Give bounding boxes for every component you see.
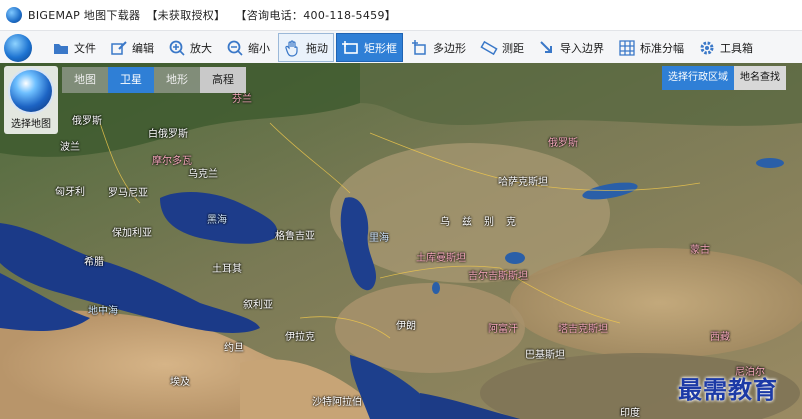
map-type-satellite[interactable]: 卫星: [108, 67, 154, 93]
toolbox-button[interactable]: 工具箱: [692, 33, 759, 62]
polygon-icon: [412, 39, 426, 55]
map-label: 土耳其: [212, 264, 242, 275]
map-label: 俄罗斯: [548, 138, 578, 149]
edit-button[interactable]: 编辑: [104, 33, 160, 62]
map-label: 地中海: [88, 306, 118, 317]
title-bar: BIGEMAP 地图下载器 【未获取授权】 【咨询电话：400-118-5459…: [0, 0, 802, 30]
main-toolbar: 文件 编辑 放大 缩小 拖动 矩形框 多边形 测距 导入边界 标准分幅 工具箱: [0, 30, 802, 65]
gear-icon: [700, 41, 714, 54]
grid-icon: [619, 39, 635, 56]
map-label: 西藏: [710, 332, 730, 343]
map-label: 哈萨克斯坦: [498, 177, 548, 188]
map-label: 白俄罗斯: [148, 129, 188, 140]
map-label: 波兰: [60, 142, 80, 153]
map-label: 伊拉克: [285, 332, 315, 343]
map-label: 埃及: [170, 377, 190, 388]
map-label: 乌兹别克: [440, 217, 528, 228]
standard-sheet-button[interactable]: 标准分幅: [612, 33, 690, 62]
map-label: 约旦: [224, 343, 244, 354]
ruler-icon: [480, 40, 498, 55]
select-admin-region-button[interactable]: 选择行政区域: [662, 66, 734, 90]
globe-logo-icon: [4, 33, 32, 62]
select-map-label: 选择地图: [11, 119, 51, 130]
map-label: 俄罗斯: [72, 116, 102, 127]
map-type-terrain[interactable]: 地形: [154, 67, 200, 93]
map-label: 伊朗: [396, 321, 416, 332]
map-label: 格鲁吉亚: [275, 231, 315, 242]
region-tabs: 选择行政区域 地名查找: [662, 66, 786, 90]
map-label: 匈牙利: [55, 187, 85, 198]
map-label: 黑海: [207, 215, 227, 226]
map-label: 巴基斯坦: [525, 350, 565, 361]
globe-icon: [10, 70, 52, 112]
polygon-button[interactable]: 多边形: [405, 33, 472, 62]
map-label: 罗马尼亚: [108, 188, 148, 199]
map-label: 沙特阿拉伯: [312, 397, 362, 408]
map-label: 保加利亚: [112, 228, 152, 239]
satellite-map[interactable]: 芬兰 俄罗斯 白俄罗斯 波兰 乌克兰 摩尔多瓦 匈牙利 罗马尼亚 保加利亚 黑海…: [0, 63, 802, 419]
map-label: 阿富汗: [488, 324, 518, 335]
select-map-button[interactable]: 选择地图: [4, 66, 58, 134]
edit-icon: [111, 40, 127, 55]
rectangle-select-icon: [342, 40, 358, 54]
map-label: 印度: [620, 408, 640, 419]
map-terrain: [0, 63, 802, 419]
map-label: 蒙古: [690, 245, 710, 256]
map-label: 塔吉克斯坦: [558, 324, 608, 335]
zoom-out-button[interactable]: 缩小: [220, 33, 276, 62]
map-label: 希腊: [84, 257, 104, 268]
map-label: 叙利亚: [243, 300, 273, 311]
app-name: BIGEMAP 地图下载器: [28, 9, 141, 22]
map-label: 摩尔多瓦: [152, 156, 192, 167]
map-type-elevation[interactable]: 高程: [200, 67, 246, 93]
zoom-in-button[interactable]: 放大: [162, 33, 218, 62]
map-type-map[interactable]: 地图: [62, 67, 108, 93]
map-label: 里海: [369, 233, 389, 244]
license-status: 【未获取授权】: [146, 9, 226, 22]
folder-icon: [54, 43, 68, 54]
file-button[interactable]: 文件: [46, 33, 102, 62]
hand-icon: [285, 39, 298, 57]
pan-button[interactable]: 拖动: [278, 33, 334, 62]
import-boundary-button[interactable]: 导入边界: [532, 33, 610, 62]
map-label: 乌克兰: [188, 169, 218, 180]
measure-distance-button[interactable]: 测距: [474, 33, 530, 62]
place-search-button[interactable]: 地名查找: [734, 66, 786, 90]
contact-phone: 【咨询电话：400-118-5459】: [235, 9, 397, 22]
import-icon: [540, 40, 552, 53]
app-logo-icon: [6, 7, 22, 23]
map-type-switch: 地图 卫星 地形 高程: [62, 67, 246, 93]
zoom-in-icon: [169, 40, 185, 56]
rectangle-select-button[interactable]: 矩形框: [336, 33, 403, 62]
map-label: 土库曼斯坦: [416, 253, 466, 264]
map-label: 吉尔吉斯斯坦: [468, 271, 528, 282]
watermark: 最需教育: [678, 375, 778, 404]
zoom-out-icon: [227, 40, 243, 56]
